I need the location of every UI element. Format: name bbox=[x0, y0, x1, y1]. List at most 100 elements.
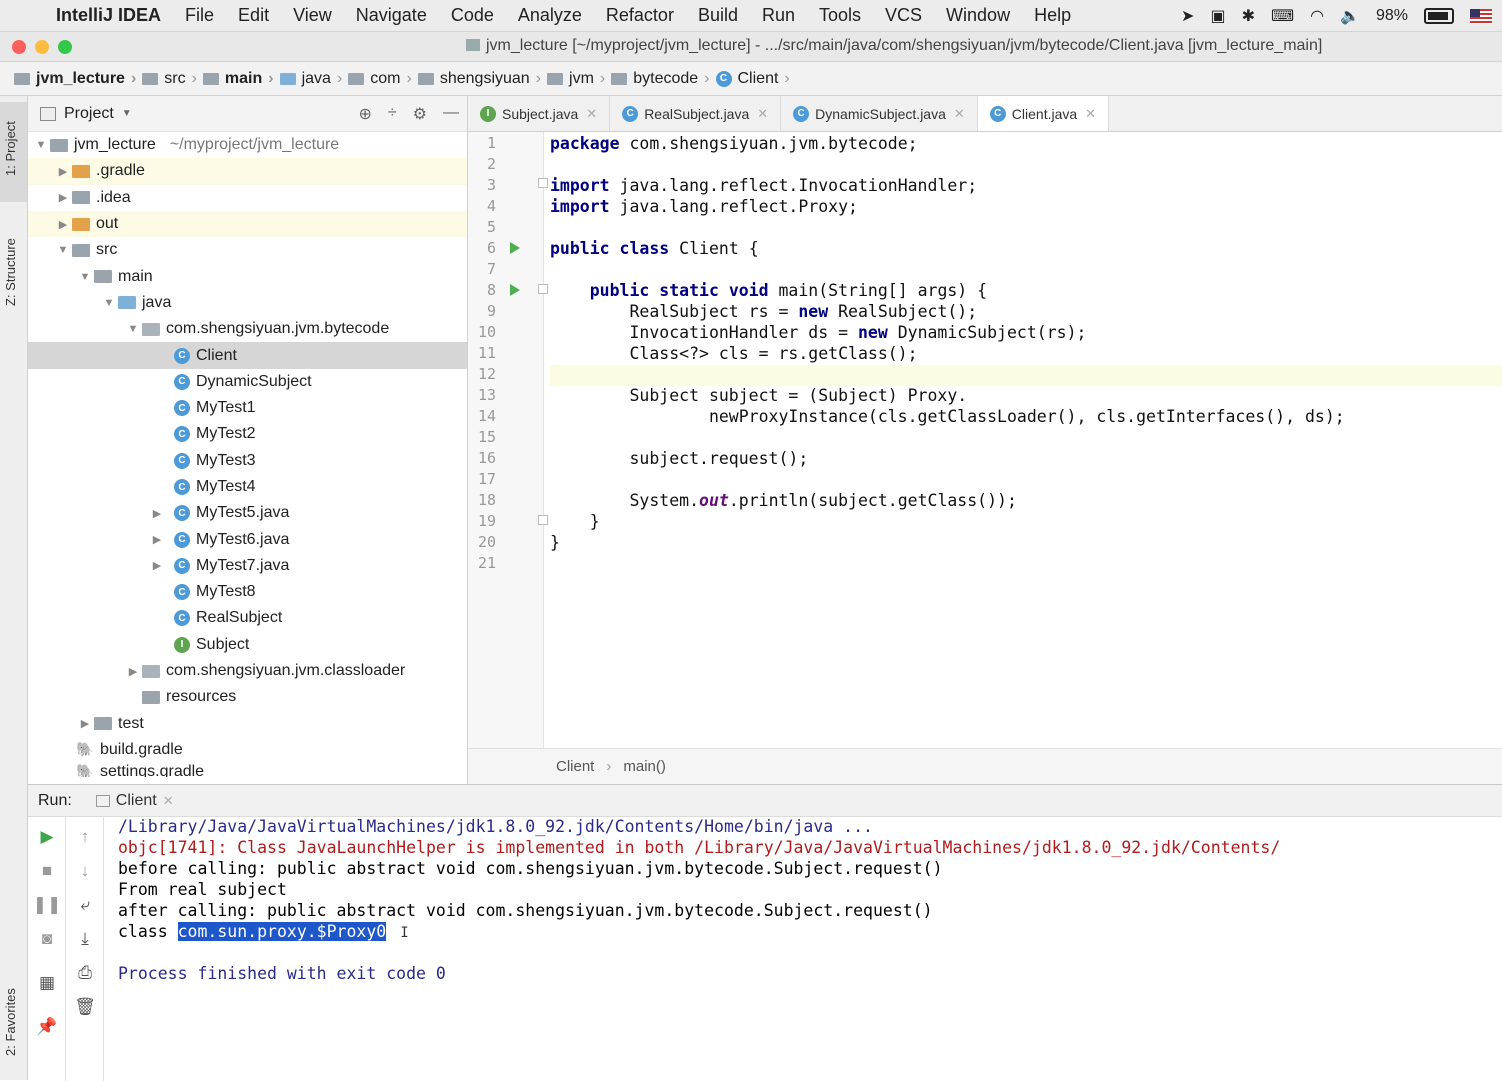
collapse-all-icon[interactable]: ÷ bbox=[388, 104, 397, 124]
layout-icon[interactable]: ▦ bbox=[28, 973, 66, 993]
tree-item-java[interactable]: ▼ java bbox=[28, 290, 467, 316]
tree-item-mytest8[interactable]: C MyTest8 bbox=[28, 579, 467, 605]
menu-vcs[interactable]: VCS bbox=[885, 5, 922, 26]
tree-item-build-gradle[interactable]: 🐘 build.gradle bbox=[28, 737, 467, 763]
code-editor[interactable]: package com.shengsiyuan.jvm.bytecode; im… bbox=[550, 132, 1502, 748]
pause-icon[interactable]: ❚❚ bbox=[28, 895, 66, 915]
input-source-flag-icon[interactable] bbox=[1470, 8, 1492, 24]
crumb-java[interactable]: java › bbox=[279, 70, 342, 88]
keyboard-icon[interactable]: ⌨ bbox=[1271, 6, 1294, 26]
tree-item-resources[interactable]: resources bbox=[28, 684, 467, 710]
tree-item-idea-dir[interactable]: ▶ .idea bbox=[28, 185, 467, 211]
project-tool-tab[interactable]: 1: Project bbox=[3, 121, 18, 176]
arrow-up-icon[interactable]: ↑ bbox=[66, 827, 104, 847]
tree-item-package-bytecode[interactable]: ▼ com.shengsiyuan.jvm.bytecode bbox=[28, 316, 467, 342]
chevron-down-icon[interactable]: ▼ bbox=[122, 108, 132, 119]
tree-item-test[interactable]: ▶ test bbox=[28, 711, 467, 737]
tree-item-package-classloader[interactable]: ▶ com.shengsiyuan.jvm.classloader bbox=[28, 658, 467, 684]
favorites-tool-tab[interactable]: 2: Favorites bbox=[3, 988, 18, 1056]
tab-dynamicsubject-java[interactable]: C DynamicSubject.java ✕ bbox=[781, 96, 978, 131]
battery-icon[interactable] bbox=[1424, 8, 1454, 24]
tree-item-out-dir[interactable]: ▶ out bbox=[28, 210, 467, 238]
menu-run[interactable]: Run bbox=[762, 5, 795, 26]
tree-item-mytest5[interactable]: ▶ C MyTest5.java bbox=[28, 500, 467, 526]
rerun-icon[interactable]: ▶ bbox=[28, 827, 66, 847]
trash-icon[interactable]: 🗑 bbox=[66, 997, 104, 1017]
tree-item-main[interactable]: ▼ main bbox=[28, 263, 467, 289]
tree-item-realsubject[interactable]: C RealSubject bbox=[28, 605, 467, 631]
console-output[interactable]: /Library/Java/JavaVirtualMachines/jdk1.8… bbox=[118, 817, 1502, 1081]
tree-item-subject[interactable]: I Subject bbox=[28, 632, 467, 658]
close-icon[interactable]: ✕ bbox=[757, 106, 768, 122]
tree-item-mytest6[interactable]: ▶ C MyTest6.java bbox=[28, 526, 467, 552]
close-icon[interactable]: ✕ bbox=[954, 106, 965, 122]
tree-item-mytest2[interactable]: C MyTest2 bbox=[28, 421, 467, 447]
menu-view[interactable]: View bbox=[293, 5, 332, 26]
menu-refactor[interactable]: Refactor bbox=[606, 5, 674, 26]
pin-icon[interactable]: 📌 bbox=[28, 1017, 66, 1037]
menu-file[interactable]: File bbox=[185, 5, 214, 26]
menu-tools[interactable]: Tools bbox=[819, 5, 861, 26]
crumb-main[interactable]: main › bbox=[202, 70, 274, 88]
close-icon[interactable]: ✕ bbox=[163, 793, 174, 809]
menu-help[interactable]: Help bbox=[1034, 5, 1071, 26]
editor-crumb-class[interactable]: Client bbox=[556, 758, 594, 775]
zoom-window-button[interactable] bbox=[58, 39, 72, 54]
close-icon[interactable]: ✕ bbox=[1085, 106, 1096, 122]
tab-client-java[interactable]: C Client.java ✕ bbox=[977, 96, 1110, 131]
close-window-button[interactable] bbox=[12, 39, 26, 54]
tab-subject-java[interactable]: I Subject.java ✕ bbox=[468, 96, 611, 131]
menu-navigate[interactable]: Navigate bbox=[356, 5, 427, 26]
fold-marker-icon[interactable] bbox=[538, 178, 548, 188]
tree-item-settings-gradle[interactable]: 🐘 settings.gradle bbox=[28, 763, 467, 777]
tab-realsubject-java[interactable]: C RealSubject.java ✕ bbox=[610, 96, 782, 131]
run-gutter-icon[interactable] bbox=[510, 242, 520, 254]
menu-edit[interactable]: Edit bbox=[238, 5, 269, 26]
tree-item-dynamicsubject[interactable]: C DynamicSubject bbox=[28, 369, 467, 395]
hide-icon[interactable]: — bbox=[443, 104, 459, 124]
fold-marker-icon[interactable] bbox=[538, 284, 548, 294]
crumb-bytecode[interactable]: bytecode › bbox=[611, 70, 710, 88]
tree-item-client[interactable]: C Client bbox=[28, 342, 467, 369]
screen-share-icon[interactable]: ▣ bbox=[1210, 6, 1225, 26]
tree-item-gradle-dir[interactable]: ▶ .gradle bbox=[28, 158, 467, 185]
location-icon[interactable]: ➤ bbox=[1181, 6, 1194, 26]
tree-item-mytest3[interactable]: C MyTest3 bbox=[28, 448, 467, 474]
close-icon[interactable]: ✕ bbox=[586, 106, 597, 122]
camera-icon[interactable]: ◙ bbox=[28, 929, 66, 949]
tree-item-mytest1[interactable]: C MyTest1 bbox=[28, 395, 467, 421]
wifi-icon[interactable]: ◠ bbox=[1310, 6, 1324, 26]
bluetooth-icon[interactable]: ✱ bbox=[1242, 6, 1255, 26]
editor-crumb-method[interactable]: main() bbox=[623, 758, 666, 775]
stop-icon[interactable]: ■ bbox=[28, 861, 66, 881]
crumb-shengsiyuan[interactable]: shengsiyuan › bbox=[417, 70, 541, 88]
crumb-client[interactable]: C Client › bbox=[715, 70, 790, 88]
arrow-down-icon[interactable]: ↓ bbox=[66, 861, 104, 881]
print-icon[interactable]: ⎙ bbox=[66, 963, 104, 983]
tree-item-jvm-lecture[interactable]: ▼ jvm_lecture ~/myproject/jvm_lecture bbox=[28, 132, 467, 158]
menu-code[interactable]: Code bbox=[451, 5, 494, 26]
crumb-com[interactable]: com › bbox=[348, 70, 412, 88]
crumb-project[interactable]: jvm_lecture › bbox=[14, 70, 136, 88]
battery-percent[interactable]: 98% bbox=[1376, 7, 1408, 25]
menu-build[interactable]: Build bbox=[698, 5, 738, 26]
fold-marker-icon[interactable] bbox=[538, 515, 548, 525]
gear-icon[interactable]: ⚙ bbox=[413, 104, 427, 124]
tree-item-mytest7[interactable]: ▶ C MyTest7.java bbox=[28, 553, 467, 579]
menu-analyze[interactable]: Analyze bbox=[518, 5, 582, 26]
scroll-to-end-icon[interactable]: ⤓ bbox=[66, 929, 104, 949]
locate-icon[interactable]: ⊕ bbox=[358, 104, 371, 124]
tree-item-mytest4[interactable]: C MyTest4 bbox=[28, 474, 467, 500]
run-tab-client[interactable]: Client ✕ bbox=[95, 792, 174, 810]
minimize-window-button[interactable] bbox=[35, 39, 49, 54]
app-menu[interactable]: IntelliJ IDEA bbox=[56, 5, 161, 26]
menu-window[interactable]: Window bbox=[946, 5, 1010, 26]
soft-wrap-icon[interactable]: ⤶ bbox=[66, 895, 104, 915]
crumb-jvm[interactable]: jvm › bbox=[547, 70, 605, 88]
tree-item-src[interactable]: ▼ src bbox=[28, 237, 467, 263]
project-view-selector[interactable]: Project bbox=[64, 105, 114, 123]
selected-text[interactable]: com.sun.proxy.$Proxy0 bbox=[177, 922, 387, 941]
structure-tool-tab[interactable]: Z: Structure bbox=[3, 238, 18, 306]
crumb-src[interactable]: src › bbox=[142, 70, 197, 88]
volume-icon[interactable]: 🔈 bbox=[1340, 6, 1360, 26]
